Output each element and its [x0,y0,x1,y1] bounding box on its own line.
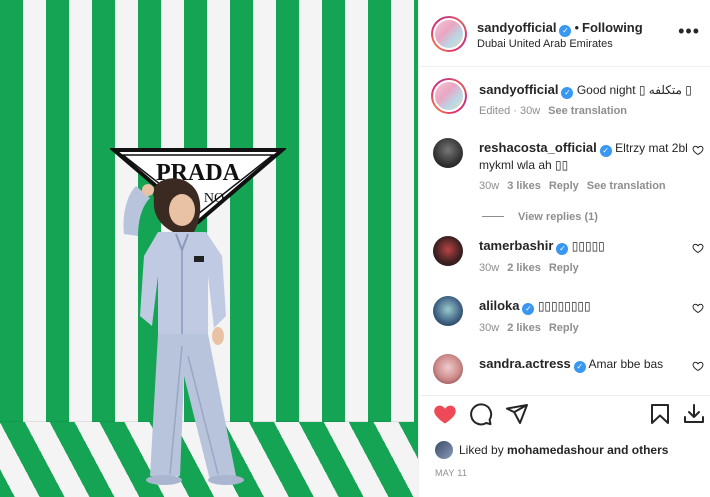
comment-meta: 30w 2 likes Reply [479,322,579,334]
more-options-icon[interactable]: ••• [678,22,700,40]
commenter-avatar[interactable] [433,236,463,266]
comment-item: sandra.actress ✓ Amar bbe bas [419,348,710,388]
comment-meta: 30w 3 likes Reply See translation [479,180,666,192]
commenter-avatar[interactable] [433,354,463,384]
comment-likes[interactable]: 3 likes [507,180,541,192]
author-avatar[interactable] [431,16,467,52]
comment-age: 30w [479,322,500,334]
author-line: sandyofficial ✓ • Following [477,20,643,37]
comment-likes[interactable]: 2 likes [507,262,541,274]
verified-badge-icon: ✓ [599,145,612,157]
view-replies-label[interactable]: View replies (1) [518,211,598,223]
commenter-username[interactable]: aliloka [479,298,519,313]
comment-reply-button[interactable]: Reply [549,322,579,334]
comment-heart-icon[interactable] [692,144,704,156]
author-username[interactable]: sandyofficial [477,20,556,35]
comment-item: aliloka ✓ ▯▯▯▯▯▯▯▯ 30w 2 likes Reply [419,288,710,348]
view-replies-button[interactable]: View replies (1) [482,211,598,223]
commenter-avatar[interactable] [433,138,463,168]
comment-text-continued: mykml wla ah ▯▯ [479,158,569,172]
comment-text: ▯▯▯▯▯▯▯▯ [537,299,591,313]
post-date: MAY 11 [435,468,468,478]
verified-badge-icon: ✓ [561,87,574,99]
comment-meta: 30w 2 likes Reply [479,262,579,274]
verified-badge-icon: ✓ [522,303,535,315]
liker-avatar[interactable] [435,441,453,459]
liker-username[interactable]: mohamedashour [507,443,604,457]
separator-dot: • [574,20,580,35]
verified-badge-icon: ✓ [573,361,586,373]
comment-reply-button[interactable]: Reply [549,262,579,274]
commenter-username[interactable]: reshacosta_official [479,140,597,155]
comment-see-translation[interactable]: See translation [587,180,666,192]
post-actions-bar [419,395,710,431]
comment-text: ▯▯▯▯▯ [571,239,605,253]
replies-line [482,216,504,217]
comment-item: reshacosta_official ✓ Eltrzy mat 2bl mykm… [419,128,710,228]
comment-icon[interactable] [469,402,493,426]
heart-filled-icon[interactable] [433,402,457,426]
verified-badge-icon: ✓ [556,243,569,255]
comment-line: reshacosta_official ✓ Eltrzy mat 2bl [479,140,688,157]
comment-line: tamerbashir ✓ ▯▯▯▯▯ [479,238,605,255]
comments-list[interactable]: sandyofficial ✓ Good night ▯ متكلفه ▯ Edi… [419,68,710,388]
share-icon[interactable] [505,402,529,426]
comment-heart-icon[interactable] [692,242,704,254]
caption-text: Good night ▯ متكلفه ▯ [576,83,692,97]
verified-badge-icon: ✓ [559,25,572,37]
liked-by-summary: Liked by mohamedashour and others [435,441,668,459]
caption-author-avatar[interactable] [431,78,467,114]
comment-likes[interactable]: 2 likes [507,322,541,334]
liked-by-others[interactable]: and others [607,443,668,457]
download-icon[interactable] [682,402,706,426]
comment-heart-icon[interactable] [692,360,704,372]
comment-line: aliloka ✓ ▯▯▯▯▯▯▯▯ [479,298,591,315]
post-side-panel: sandyofficial ✓ • Following Dubai United Ar… [418,0,710,497]
caption-see-translation[interactable]: See translation [548,105,627,117]
commenter-username[interactable]: tamerbashir [479,238,553,253]
following-button[interactable]: Following [582,20,643,35]
caption-meta: Edited · 30w See translation [479,105,627,117]
caption-line: sandyofficial ✓ Good night ▯ متكلفه ▯ [479,82,692,99]
comment-text: Amar bbe bas [588,357,664,371]
comment-age: 30w [479,262,500,274]
comment-text: Eltrzy mat 2bl [615,141,688,155]
commenter-avatar[interactable] [433,296,463,326]
comment-heart-icon[interactable] [692,302,704,314]
bookmark-icon[interactable] [648,402,672,426]
commenter-username[interactable]: sandra.actress [479,356,571,371]
liked-by-prefix: Liked by [459,443,504,457]
post-caption: sandyofficial ✓ Good night ▯ متكلفه ▯ Edi… [419,68,710,128]
comment-age: 30w [479,180,500,192]
comment-item: tamerbashir ✓ ▯▯▯▯▯ 30w 2 likes Reply [419,228,710,288]
caption-author-username[interactable]: sandyofficial [479,82,558,97]
post-header: sandyofficial ✓ • Following Dubai United Ar… [419,0,710,67]
woman-in-pajamas [123,178,244,485]
post-photo[interactable]: PRADA NO [0,0,418,497]
comment-line: sandra.actress ✓ Amar bbe bas [479,356,663,373]
caption-edited-age: Edited · 30w [479,105,541,117]
post-location[interactable]: Dubai United Arab Emirates [477,38,613,50]
comment-reply-button[interactable]: Reply [549,180,579,192]
